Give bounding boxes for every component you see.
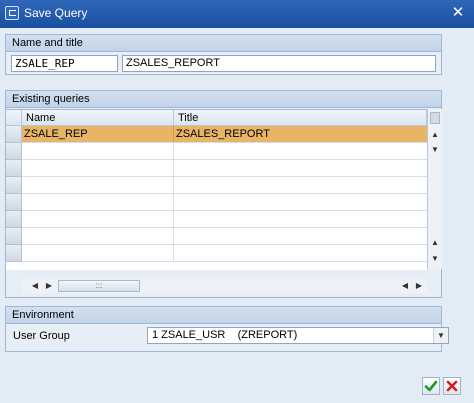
title-bar: Save Query ✕ <box>0 0 474 28</box>
query-title-field[interactable]: ZSALES_REPORT <box>122 55 436 72</box>
scroll-down-arrow-icon[interactable]: ▼ <box>428 144 442 156</box>
table-row[interactable] <box>22 194 427 211</box>
column-header-name[interactable]: Name <box>22 110 174 126</box>
row-selector[interactable] <box>6 143 22 160</box>
scroll-right-arrow-icon[interactable]: ▶ <box>412 279 426 293</box>
existing-queries-group: Existing queries Name Title ZSALE_REP ZS… <box>5 90 442 298</box>
table-row[interactable] <box>22 245 427 262</box>
row-selector[interactable] <box>6 160 22 177</box>
dialog-icon <box>5 6 19 20</box>
user-group-dropdown[interactable]: 1 ZSALE_USR (ZREPORT) ▼ <box>147 327 449 344</box>
horizontal-scrollbar[interactable]: ◀ ▶ ::: ◀ ▶ <box>22 279 427 293</box>
scroll-thumb[interactable] <box>430 112 440 124</box>
name-and-title-group: Name and title ZSALE_REP ZSALES_REPORT <box>5 34 442 75</box>
scroll-up-arrow-icon[interactable]: ▲ <box>428 237 442 249</box>
queries-table: Name Title ZSALE_REP ZSALES_REPORT <box>6 109 427 270</box>
row-selector[interactable] <box>6 245 22 262</box>
column-header-title[interactable]: Title <box>174 110 427 126</box>
user-group-label: User Group <box>13 330 70 342</box>
environment-group: Environment User Group 1 ZSALE_USR (ZREP… <box>5 306 449 352</box>
group-header: Environment <box>6 307 441 324</box>
table-row[interactable] <box>22 177 427 194</box>
cell-title: ZSALES_REPORT <box>176 128 270 140</box>
group-header: Existing queries <box>6 91 441 108</box>
table-row[interactable] <box>22 211 427 228</box>
close-icon[interactable]: ✕ <box>450 5 466 21</box>
table-row[interactable] <box>22 228 427 245</box>
scroll-right-arrow-icon[interactable]: ▶ <box>42 279 56 293</box>
x-icon <box>446 380 458 392</box>
scroll-left-arrow-icon[interactable]: ◀ <box>398 279 412 293</box>
dialog-title: Save Query <box>24 6 88 20</box>
scroll-left-arrow-icon[interactable]: ◀ <box>28 279 42 293</box>
table-row[interactable]: ZSALE_REP ZSALES_REPORT <box>22 126 427 143</box>
save-query-dialog: Save Query ✕ Name and title ZSALE_REP ZS… <box>0 0 474 403</box>
confirm-button[interactable] <box>422 377 440 395</box>
row-selector[interactable] <box>6 228 22 245</box>
scroll-down-arrow-icon[interactable]: ▼ <box>428 253 442 265</box>
table-row[interactable] <box>22 143 427 160</box>
chevron-down-icon[interactable]: ▼ <box>433 328 448 343</box>
cell-name: ZSALE_REP <box>22 126 174 142</box>
query-name-field[interactable]: ZSALE_REP <box>11 55 118 72</box>
scroll-up-arrow-icon[interactable]: ▲ <box>428 129 442 141</box>
user-group-value: 1 ZSALE_USR (ZREPORT) <box>152 329 298 341</box>
cancel-button[interactable] <box>443 377 461 395</box>
checkmark-icon <box>424 380 438 392</box>
select-all-corner[interactable] <box>6 110 22 126</box>
table-row[interactable] <box>22 160 427 177</box>
scroll-thumb[interactable]: ::: <box>58 280 140 292</box>
vertical-scrollbar[interactable]: ▲ ▼ ▲ ▼ <box>427 109 442 269</box>
group-header: Name and title <box>6 35 441 52</box>
row-selector[interactable] <box>6 194 22 211</box>
row-selector[interactable] <box>6 177 22 194</box>
row-selector[interactable] <box>6 126 22 143</box>
row-selector[interactable] <box>6 211 22 228</box>
